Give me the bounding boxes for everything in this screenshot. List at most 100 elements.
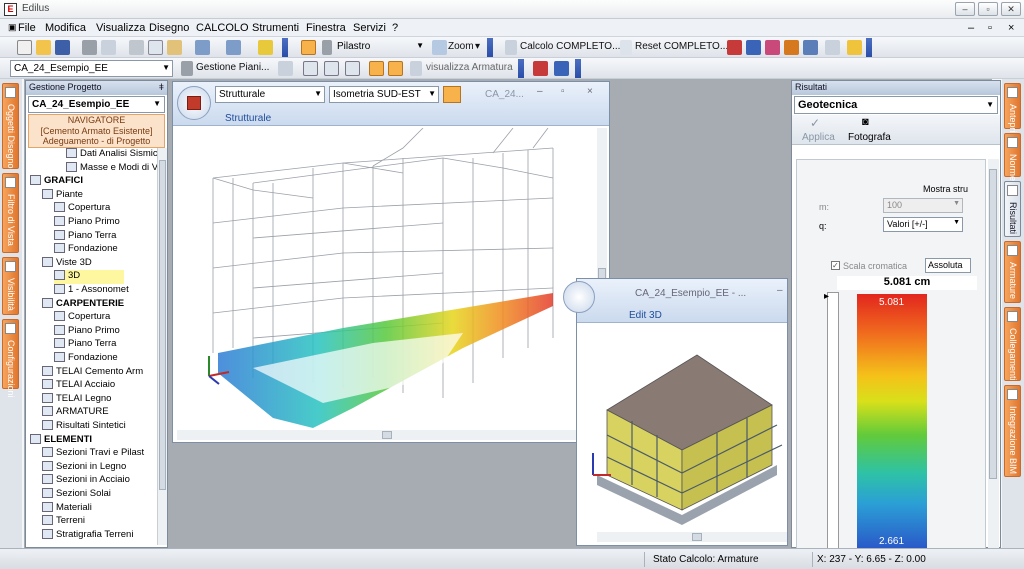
q-value-field[interactable]: Valori [+/-] ▼ bbox=[883, 217, 963, 232]
toolbar-grip[interactable] bbox=[282, 38, 288, 57]
tree-item[interactable]: Piano Terra bbox=[54, 229, 116, 244]
photo-button[interactable]: Fotografa bbox=[848, 132, 891, 143]
active-view-icon[interactable] bbox=[369, 61, 384, 76]
toolbar-grip[interactable] bbox=[575, 59, 581, 78]
export-icon[interactable] bbox=[784, 40, 799, 55]
m-value-field[interactable]: 100 ▼ bbox=[883, 198, 963, 213]
win1-minimize-icon[interactable]: – bbox=[537, 86, 543, 97]
tree-item[interactable]: Copertura bbox=[54, 311, 110, 325]
menu-modifica[interactable]: Modifica bbox=[45, 22, 86, 34]
color-scale-checkbox[interactable]: ✓ bbox=[831, 261, 840, 270]
close-button[interactable]: ✕ bbox=[1001, 2, 1021, 16]
undo-icon[interactable] bbox=[195, 40, 210, 55]
model-icon[interactable] bbox=[803, 40, 818, 55]
minimize-button[interactable]: – bbox=[955, 2, 975, 16]
render-orb-icon[interactable] bbox=[563, 281, 595, 313]
results-scroll-thumb[interactable] bbox=[989, 169, 997, 479]
verify-icon[interactable] bbox=[746, 40, 761, 55]
projection-combo[interactable]: Isometria SUD-EST ▼ bbox=[329, 86, 439, 103]
tab-visibility[interactable]: Visibilità bbox=[2, 257, 19, 315]
tree-scrollbar[interactable] bbox=[157, 148, 167, 545]
warning-icon[interactable] bbox=[847, 40, 862, 55]
tree-item[interactable]: Stratigrafia Terreni bbox=[42, 528, 133, 543]
menu-help[interactable]: ? bbox=[392, 22, 398, 34]
grid-icon[interactable] bbox=[278, 61, 293, 76]
tree-item[interactable]: Piante bbox=[42, 188, 83, 203]
tab-configurations[interactable]: Configurazioni bbox=[2, 319, 19, 398]
zoom-dropdown-icon[interactable]: ▾ bbox=[475, 41, 480, 52]
tree-item[interactable]: ELEMENTI bbox=[30, 433, 92, 448]
open-folder-icon[interactable] bbox=[36, 40, 51, 55]
render-options-icon[interactable] bbox=[443, 86, 461, 103]
toolbar-grip[interactable] bbox=[518, 59, 524, 78]
win1-hscroll-thumb[interactable] bbox=[382, 431, 392, 439]
report-icon[interactable] bbox=[765, 40, 780, 55]
copy-icon[interactable] bbox=[148, 40, 163, 55]
tab-results[interactable]: Risultati bbox=[1004, 181, 1021, 237]
tree-item[interactable]: CARPENTERIE bbox=[42, 297, 124, 312]
tab-bim[interactable]: Integrazione BIM bbox=[1004, 385, 1021, 477]
win2-hscroll[interactable] bbox=[597, 532, 787, 542]
settings-icon[interactable] bbox=[825, 40, 840, 55]
toolbar-grip[interactable] bbox=[866, 38, 872, 57]
structural-3d-canvas[interactable] bbox=[173, 128, 601, 428]
app-orb-icon[interactable] bbox=[177, 86, 211, 120]
check-icon[interactable] bbox=[727, 40, 742, 55]
tree-item[interactable]: Dati Analisi Sismica bbox=[66, 148, 157, 162]
tree-item[interactable]: Materiali bbox=[42, 501, 92, 516]
tree-item[interactable]: ARMATURE bbox=[42, 406, 109, 420]
help-icon[interactable] bbox=[258, 40, 273, 55]
tree-item[interactable]: Piano Primo bbox=[54, 216, 120, 230]
show-rebar-button[interactable]: visualizza Armatura bbox=[426, 62, 513, 73]
reset-complete-button[interactable]: Reset COMPLETO... bbox=[635, 41, 728, 52]
pin-icon[interactable]: ǂ bbox=[159, 82, 164, 92]
tree-item[interactable]: Sezioni in Acciaio bbox=[42, 474, 130, 488]
project-combo[interactable]: CA_24_Esempio_EE ▼ bbox=[10, 60, 173, 77]
tree-item[interactable]: Sezioni Solai bbox=[42, 488, 111, 502]
save-icon[interactable] bbox=[55, 40, 70, 55]
menu-disegno[interactable]: Disegno bbox=[149, 22, 189, 34]
tree-item[interactable]: Fondazione bbox=[54, 243, 118, 257]
render-3d-canvas[interactable] bbox=[577, 325, 789, 525]
win1-restore-icon[interactable]: ▫ bbox=[561, 86, 565, 97]
tree-item[interactable]: Risultati Sintetici bbox=[42, 420, 126, 434]
apply-button[interactable]: Applica bbox=[802, 132, 835, 143]
new-file-icon[interactable] bbox=[17, 40, 32, 55]
mdi-minimize-icon[interactable]: – bbox=[968, 22, 974, 34]
camera-icon[interactable]: ◙ bbox=[862, 116, 869, 128]
win1-close-icon[interactable]: × bbox=[587, 86, 593, 97]
paste-icon[interactable] bbox=[167, 40, 182, 55]
menu-finestra[interactable]: Finestra bbox=[306, 22, 346, 34]
tab-norms[interactable]: Norme bbox=[1004, 133, 1021, 181]
section-icon[interactable] bbox=[324, 61, 339, 76]
mdi-close-icon[interactable]: × bbox=[1008, 22, 1014, 34]
tool-a-icon[interactable] bbox=[533, 61, 548, 76]
win2-minimize-icon[interactable]: – bbox=[777, 285, 783, 296]
tab-view-filter[interactable]: Filtro di Vista bbox=[2, 173, 19, 253]
print-icon[interactable] bbox=[82, 40, 97, 55]
redo-icon[interactable] bbox=[226, 40, 241, 55]
win1-hscroll[interactable] bbox=[177, 430, 597, 440]
tab-connections[interactable]: Collegamenti bbox=[1004, 307, 1021, 381]
tree-item[interactable]: 3D bbox=[54, 270, 124, 285]
tree-item[interactable]: Piano Terra bbox=[54, 338, 116, 352]
plans-manager-button[interactable]: Gestione Piani... bbox=[196, 62, 269, 73]
tree-item[interactable]: TELAI Cemento Arm bbox=[42, 365, 143, 380]
cut-icon[interactable] bbox=[129, 40, 144, 55]
menu-strumenti[interactable]: Strumenti bbox=[252, 22, 299, 34]
tree-item[interactable]: Terreni bbox=[42, 515, 85, 529]
active-view2-icon[interactable] bbox=[388, 61, 403, 76]
tool-b-icon[interactable] bbox=[554, 61, 569, 76]
slider-handle-icon[interactable]: ▸ bbox=[824, 291, 829, 302]
menu-calcolo[interactable]: CALCOLO bbox=[196, 22, 249, 34]
frame-icon[interactable] bbox=[303, 61, 318, 76]
tree-item[interactable]: GRAFICI bbox=[30, 175, 83, 189]
doc-icon[interactable]: ▣ bbox=[8, 22, 17, 33]
tree-item[interactable]: Sezioni Travi e Pilast bbox=[42, 447, 144, 461]
tree-item[interactable]: Masse e Modi di Vibr bbox=[66, 161, 157, 176]
tree-item[interactable]: Piano Primo bbox=[54, 324, 120, 339]
tree-item[interactable]: Copertura bbox=[54, 202, 110, 216]
tree-item[interactable]: TELAI Acciaio bbox=[42, 379, 115, 393]
mdi-restore-icon[interactable]: ▫ bbox=[988, 22, 992, 34]
zoom-label[interactable]: Zoom bbox=[448, 41, 474, 52]
